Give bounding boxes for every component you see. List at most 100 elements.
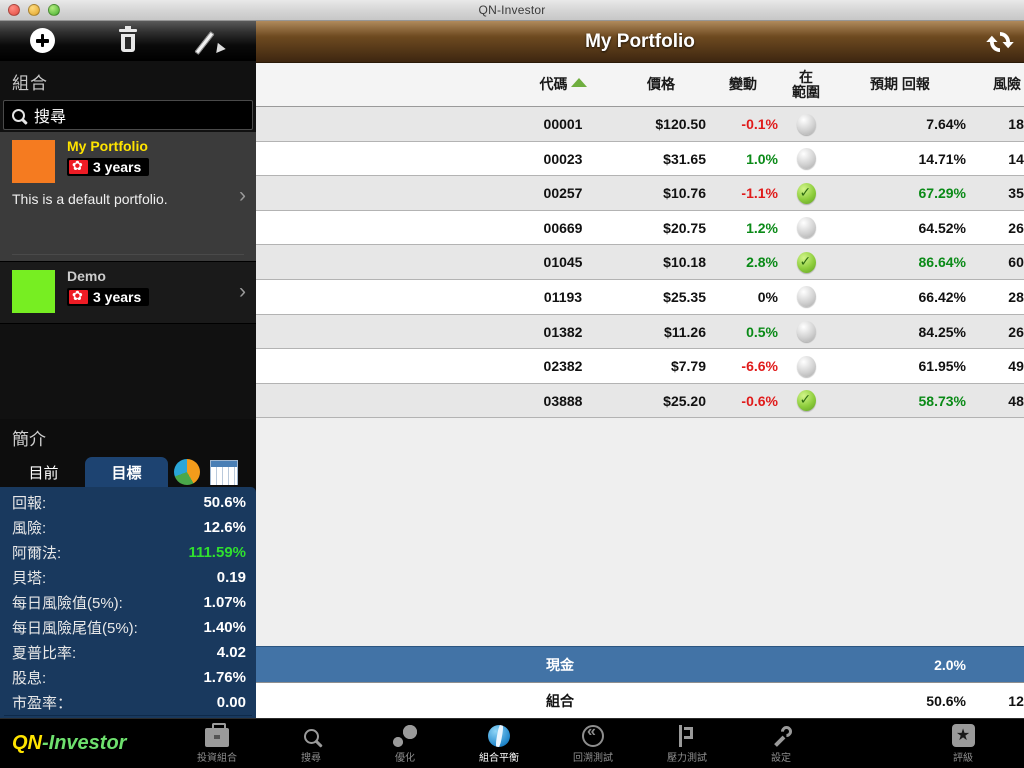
profile-title: 簡介 xyxy=(12,430,46,449)
chevron-right-icon[interactable]: › xyxy=(239,280,246,304)
column-label: 風險 xyxy=(993,76,1021,92)
main-panel: My Portfolio 代碼 價格 變動 在 範圍 預期 回報 風險 0000… xyxy=(256,21,1024,718)
column-header-in-range[interactable]: 在 範圍 xyxy=(778,63,834,106)
table-row[interactable]: 00023$31.651.0%14.71%14.6%28.3%-150% xyxy=(256,141,1024,177)
maximize-icon[interactable] xyxy=(48,4,60,16)
cell-expected-return: 7.64% xyxy=(926,116,966,132)
tab-portfolio[interactable]: 投資組合 xyxy=(170,719,264,768)
chevron-right-icon[interactable]: › xyxy=(239,184,246,208)
stat-value: 1.76% xyxy=(203,669,246,686)
column-header-code[interactable]: 代碼 xyxy=(518,63,608,106)
tab-settings[interactable]: 設定 xyxy=(734,719,828,768)
tab-optimize[interactable]: 優化 xyxy=(358,719,452,768)
cell-price: $120.50 xyxy=(655,116,706,132)
tab-stresstest[interactable]: 壓力測試 xyxy=(640,719,734,768)
search-input[interactable]: 搜尋 xyxy=(3,100,253,130)
column-header-change[interactable]: 變動 xyxy=(708,63,778,106)
sidebar-toolbar xyxy=(0,21,256,61)
edit-portfolio-button[interactable] xyxy=(171,21,256,61)
column-label: 價格 xyxy=(647,76,675,92)
table-view-button[interactable] xyxy=(205,457,242,487)
out-of-range-icon xyxy=(796,321,816,343)
table-row[interactable]: 00001$120.50-0.1%7.64%18.2%71.7%-20% xyxy=(256,107,1024,142)
column-header-expected-return[interactable]: 預期 回報 xyxy=(834,63,966,106)
tab-rebalance[interactable]: 組合平衡 xyxy=(452,719,546,768)
refresh-icon xyxy=(986,32,1014,52)
stat-row: 阿爾法: 111.59% xyxy=(0,540,256,565)
wrench-icon xyxy=(770,723,795,747)
table-icon xyxy=(209,459,238,485)
column-label: 在 範圍 xyxy=(792,68,820,100)
trash-icon xyxy=(118,25,138,53)
add-portfolio-button[interactable] xyxy=(0,21,85,61)
tab-target[interactable]: 目標 xyxy=(85,457,168,487)
table-body: 00001$120.50-0.1%7.64%18.2%71.7%-20%0002… xyxy=(256,107,1024,419)
search-icon xyxy=(12,108,25,122)
tab-search[interactable]: 搜尋 xyxy=(264,719,358,768)
table-row[interactable]: 02382$7.79-6.6%61.95%49.3%0%512.5% xyxy=(256,349,1024,384)
bottom-toolbar: QN-Investor 投資組合 搜尋 優化 組合平衡 回溯測試 壓力測試 設 xyxy=(0,718,1024,768)
cell-code: 00669 xyxy=(543,219,583,236)
stat-row: 夏普比率: 4.02 xyxy=(0,640,256,665)
window-traffic-lights[interactable] xyxy=(8,4,60,16)
cell-in-range xyxy=(778,349,834,383)
stat-value: 4.02 xyxy=(216,644,246,661)
table-row[interactable]: 00257$10.76-1.1%67.29%35.5%0%00% xyxy=(256,176,1024,211)
tab-rating[interactable]: 評級 xyxy=(916,719,1010,768)
cell-in-range xyxy=(778,384,834,418)
footer-label: 現金 xyxy=(546,657,574,673)
cell-risk: 49.3% xyxy=(1008,358,1024,375)
stat-row: 回報: 50.6% xyxy=(0,490,256,515)
minimize-icon[interactable] xyxy=(28,4,40,16)
stat-row: 股息: 1.76% xyxy=(0,665,256,690)
app-window: QN-Investor 組合 搜尋 My Portfolio ✿ 3 years… xyxy=(0,0,1024,768)
footer-label: 組合 xyxy=(546,693,574,709)
cell-price: $7.79 xyxy=(670,358,706,375)
gears-icon xyxy=(393,725,417,747)
cell-change: 1.0% xyxy=(746,150,778,167)
portfolio-item-my-portfolio[interactable]: My Portfolio 3 years This is a default p… xyxy=(0,132,256,262)
stat-value: 50.6% xyxy=(203,494,246,511)
page-title: My Portfolio xyxy=(585,30,695,52)
footer-row-total[interactable]: 組合50.6%12.6%100.0%100.0% xyxy=(256,682,1024,718)
cell-price: $25.20 xyxy=(663,392,706,409)
cell-in-range xyxy=(778,142,834,176)
table-row[interactable]: 01382$11.260.5%84.25%26.9%0%518.8% xyxy=(256,314,1024,350)
search-placeholder: 搜尋 xyxy=(34,109,67,126)
tab-current[interactable]: 目前 xyxy=(2,457,85,487)
cell-code: 00257 xyxy=(543,185,583,202)
table-row[interactable]: 01193$25.350%66.42%28.2%0%118.8% xyxy=(256,279,1024,315)
portfolio-item-demo[interactable]: Demo 3 years › xyxy=(0,262,256,324)
pen-icon xyxy=(194,28,228,56)
cell-expected-return: 84.25% xyxy=(918,323,966,340)
stat-value: 1.07% xyxy=(203,594,246,611)
column-header-price[interactable]: 價格 xyxy=(616,63,706,106)
close-icon[interactable] xyxy=(8,4,20,16)
tab-backtest[interactable]: 回溯測試 xyxy=(546,719,640,768)
stat-key: 阿爾法: xyxy=(12,545,62,562)
delete-portfolio-button[interactable] xyxy=(85,21,170,61)
footer-row-cash[interactable]: 現金2.0%0%0%104,48031.1% xyxy=(256,646,1024,682)
stat-key: 每日風險值(5%): xyxy=(12,595,123,612)
cell-code: 03888 xyxy=(543,392,583,409)
star-icon xyxy=(951,724,975,747)
divider xyxy=(12,254,244,255)
column-header-risk[interactable]: 風險 xyxy=(966,63,1024,106)
balance-icon xyxy=(488,725,510,747)
stat-value: 0.19 xyxy=(216,569,246,586)
table-row[interactable]: 01045$10.182.8%86.64%60.1%0%812.5% xyxy=(256,245,1024,280)
cell-change: 1.2% xyxy=(746,219,778,236)
cell-expected-return: 61.95% xyxy=(918,358,966,375)
table-row[interactable]: 03888$25.20-0.6%58.73%48.9%0%06.3% xyxy=(256,383,1024,419)
table-row[interactable]: 00669$20.751.2%64.52%26.7%0%00% xyxy=(256,210,1024,246)
stat-row: 每日風險尾值(5%): 1.40% xyxy=(0,615,256,640)
rewind-icon xyxy=(582,723,604,747)
refresh-button[interactable] xyxy=(984,26,1016,58)
cell-in-range xyxy=(778,107,834,141)
stat-key: 貝塔: xyxy=(12,570,47,587)
cell-in-range xyxy=(778,211,834,245)
column-label: 變動 xyxy=(729,76,757,92)
cell-change: -1.1% xyxy=(741,185,778,202)
pie-chart-view-button[interactable] xyxy=(168,457,205,487)
stress-icon xyxy=(677,725,697,747)
